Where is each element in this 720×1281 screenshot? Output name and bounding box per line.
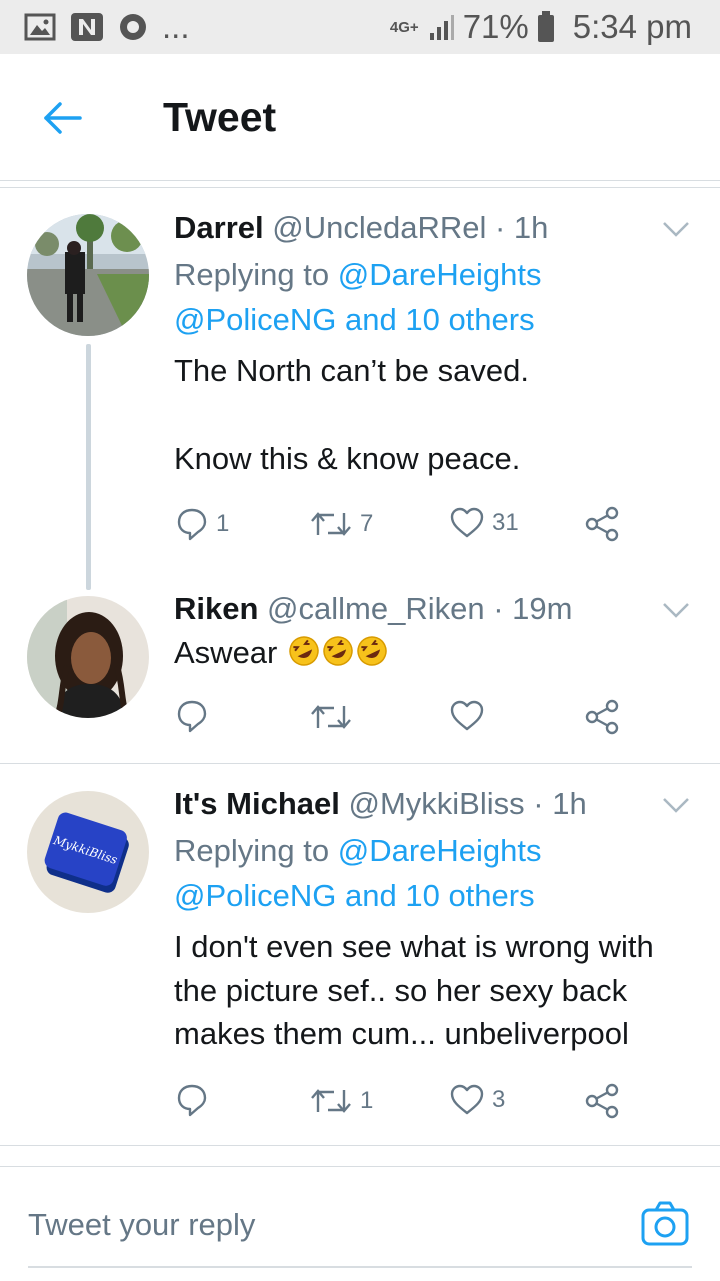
retweet-count: 7	[360, 510, 374, 537]
share-icon[interactable]	[584, 1083, 620, 1119]
divider	[0, 763, 720, 764]
share-icon[interactable]	[584, 506, 620, 542]
retweet-button[interactable]	[310, 702, 360, 732]
circle-app-icon	[120, 14, 146, 40]
display-name[interactable]: Darrel	[174, 210, 264, 245]
reply-count: 1	[216, 510, 230, 537]
like-button[interactable]: 31	[450, 507, 519, 539]
like-button[interactable]: 3	[450, 1084, 505, 1116]
tweet-text-line: the picture sef.. so her sexy back	[174, 973, 628, 1008]
avatar[interactable]	[27, 214, 149, 336]
more-notifications: ...	[162, 8, 190, 45]
display-name[interactable]: Riken	[174, 591, 258, 626]
laughing-emoji-icon	[357, 636, 387, 666]
avatar-photo	[27, 596, 149, 718]
top-app-bar: Tweet	[0, 54, 720, 181]
tweet-text: Aswear	[174, 635, 278, 670]
chevron-down-icon[interactable]	[662, 220, 690, 238]
retweet-button[interactable]: 1	[310, 1086, 373, 1116]
heart-icon	[450, 700, 484, 731]
tweet-text-line: I don't even see what is wrong with	[174, 929, 654, 964]
page-title: Tweet	[163, 94, 277, 140]
divider	[0, 1145, 720, 1146]
reply-composer[interactable]: Tweet your reply	[0, 1166, 720, 1281]
image-icon	[24, 13, 56, 41]
retweet-button[interactable]: 7	[310, 509, 373, 539]
reply-icon	[177, 700, 207, 733]
replying-to: Replying to @DareHeights	[174, 833, 542, 869]
replying-to: Replying to @DareHeights	[174, 257, 542, 293]
like-button[interactable]	[450, 700, 492, 732]
retweet-count: 1	[360, 1087, 374, 1114]
avatar[interactable]: MykkiBliss	[27, 791, 149, 913]
reply-button[interactable]	[176, 699, 216, 733]
reply-icon	[177, 508, 207, 541]
tweet-time: · 1h	[494, 210, 549, 245]
heart-icon	[450, 1084, 484, 1115]
replying-to-label: Replying to	[174, 833, 330, 868]
tweet-header: Darrel @UncledaRRel · 1h	[174, 210, 548, 246]
chevron-down-icon[interactable]	[662, 796, 690, 814]
laughing-emoji-icon	[289, 636, 319, 666]
clock: 5:34 pm	[572, 8, 692, 45]
tweet-text-line: Aswear	[174, 635, 388, 671]
avatar-photo	[27, 214, 149, 336]
back-arrow-icon[interactable]	[40, 96, 84, 140]
user-handle[interactable]: @UncledaRRel	[272, 210, 486, 245]
reply-input-underline	[28, 1266, 692, 1268]
signal-icon	[429, 15, 454, 40]
user-handle[interactable]: @callme_Riken	[267, 591, 485, 626]
tweet-header: It's Michael @MykkiBliss · 1h	[174, 786, 587, 822]
battery-icon	[537, 11, 554, 42]
retweet-icon	[311, 705, 351, 729]
mention-link[interactable]: @DareHeights	[338, 257, 542, 292]
avatar[interactable]	[27, 596, 149, 718]
mention-link[interactable]: @DareHeights	[338, 833, 542, 868]
like-count: 31	[492, 509, 519, 536]
avatar-logo: MykkiBliss	[27, 791, 149, 913]
display-name[interactable]: It's Michael	[174, 786, 340, 821]
reply-icon	[177, 1084, 207, 1117]
user-handle[interactable]: @MykkiBliss	[349, 786, 525, 821]
status-bar: ... 4G+ 71% 5:34 pm	[0, 0, 720, 54]
replying-to-label: Replying to	[174, 257, 330, 292]
camera-icon[interactable]	[640, 1200, 690, 1248]
share-icon[interactable]	[584, 699, 620, 735]
reply-button[interactable]: 1	[176, 507, 229, 541]
tweet-time: · 19m	[493, 591, 573, 626]
mention-others-link[interactable]: @PoliceNG and 10 others	[174, 878, 535, 914]
n-app-icon	[71, 13, 103, 41]
laughing-emoji-icon	[323, 636, 353, 666]
network-type: 4G+	[389, 18, 419, 36]
thread-line	[86, 344, 91, 590]
tweet-text-line: makes them cum... unbeliverpool	[174, 1016, 629, 1051]
tweet-header: Riken @callme_Riken · 19m	[174, 591, 572, 627]
mention-others-link[interactable]: @PoliceNG and 10 others	[174, 302, 535, 338]
battery-percent: 71%	[462, 8, 529, 45]
tweet-text-line: The North can’t be saved.	[174, 353, 529, 388]
reply-button[interactable]	[176, 1083, 216, 1117]
reply-input[interactable]: Tweet your reply	[28, 1207, 255, 1243]
divider	[0, 187, 720, 188]
tweet-time: · 1h	[533, 786, 587, 821]
heart-icon	[450, 507, 484, 538]
retweet-icon	[311, 1089, 351, 1113]
tweet-text-line: Know this & know peace.	[174, 441, 521, 476]
chevron-down-icon[interactable]	[662, 601, 690, 619]
retweet-icon	[311, 512, 351, 536]
like-count: 3	[492, 1086, 506, 1113]
